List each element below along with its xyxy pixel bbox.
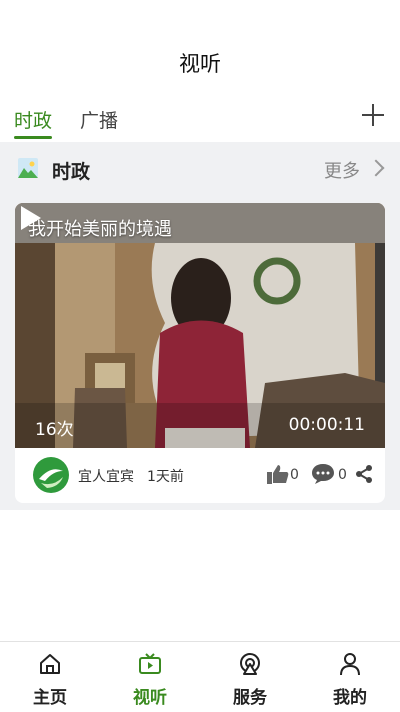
video-thumbnail[interactable]: 我开始美丽的境遇 16次 00:00:11 <box>15 203 385 448</box>
user-icon <box>340 653 360 676</box>
thumbs-up-icon[interactable] <box>267 464 289 484</box>
tab-politics[interactable]: 时政 <box>14 106 52 133</box>
nav-home[interactable]: 主页 <box>0 642 100 712</box>
tv-play-icon <box>139 653 161 674</box>
channel-tabs: 时政 广播 <box>0 100 400 142</box>
nav-home-label: 主页 <box>33 688 67 708</box>
view-count: 16次 <box>35 420 74 440</box>
nav-media-label: 视听 <box>133 688 167 708</box>
broadcast-icon <box>240 653 260 675</box>
add-channel-icon[interactable] <box>362 104 384 126</box>
nav-media[interactable]: 视听 <box>100 642 200 712</box>
comment-count: 0 <box>338 467 347 483</box>
tab-broadcast[interactable]: 广播 <box>80 106 118 133</box>
top-header: 视听 <box>0 0 400 95</box>
share-icon[interactable] <box>355 464 373 484</box>
video-title: 我开始美丽的境遇 <box>28 219 172 240</box>
comment-icon[interactable] <box>311 463 335 485</box>
author-name[interactable]: 宜人宜宾 <box>78 466 134 486</box>
nav-services[interactable]: 服务 <box>200 642 300 712</box>
section-title: 时政 <box>52 161 91 183</box>
play-icon[interactable] <box>15 203 45 233</box>
video-card[interactable]: 我开始美丽的境遇 16次 00:00:11 宜人宜宾 1天前 0 0 <box>15 203 385 503</box>
video-meta-row: 宜人宜宾 1天前 0 0 <box>15 448 385 503</box>
page-title: 视听 <box>179 52 221 76</box>
more-link[interactable]: 更多 <box>324 157 360 183</box>
chevron-right-icon[interactable] <box>367 159 385 177</box>
publish-time: 1天前 <box>147 469 184 485</box>
nav-profile-label: 我的 <box>333 688 367 708</box>
bottom-navigation: 主页 视听 服务 我的 <box>0 641 400 712</box>
publisher-logo-avatar[interactable] <box>33 457 69 493</box>
home-icon <box>40 654 60 674</box>
active-tab-indicator <box>14 136 52 139</box>
nav-services-label: 服务 <box>233 688 267 708</box>
like-count: 0 <box>290 467 299 483</box>
nav-profile[interactable]: 我的 <box>300 642 400 712</box>
section-header: 时政 更多 <box>0 142 400 198</box>
image-icon <box>18 158 38 178</box>
video-duration: 00:00:11 <box>288 415 365 435</box>
